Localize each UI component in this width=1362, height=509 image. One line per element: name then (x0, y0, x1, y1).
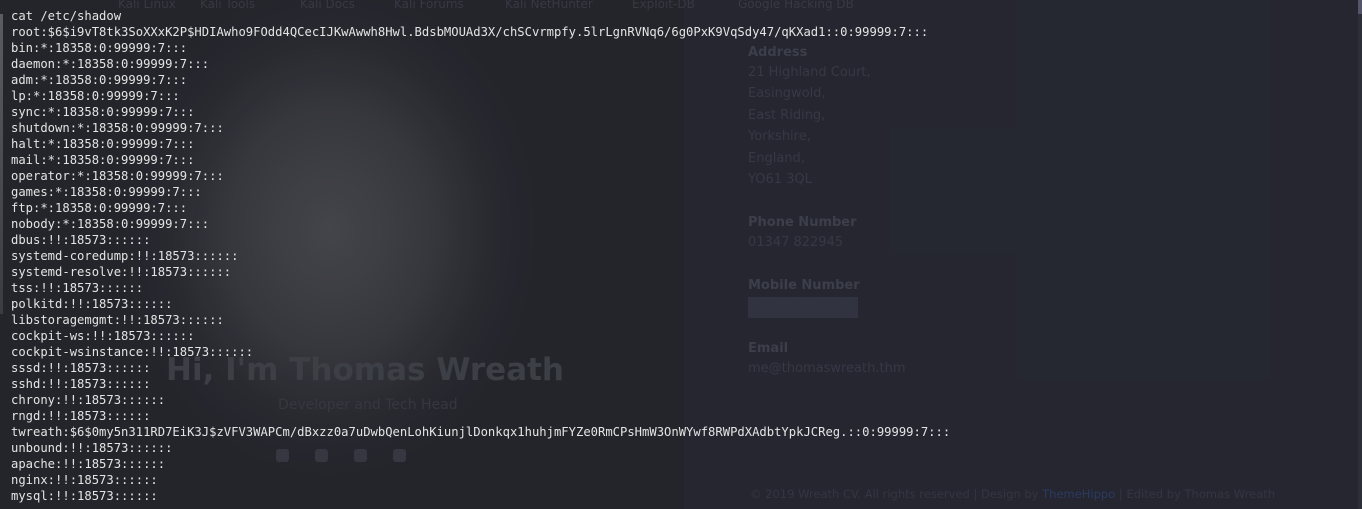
shadow-entry-line: chrony:!!:18573:::::: (11, 393, 166, 407)
shadow-entry-line: polkitd:!!:18573:::::: (11, 297, 173, 311)
shadow-entry-line: shutdown:*:18358:0:99999:7::: (11, 121, 224, 135)
shadow-entry-line: dbus:!!:18573:::::: (11, 233, 151, 247)
shadow-entry-line: lp:*:18358:0:99999:7::: (11, 89, 180, 103)
shadow-entry-line: unbound:!!:18573:::::: (11, 441, 173, 455)
shadow-entry-line: operator:*:18358:0:99999:7::: (11, 169, 224, 183)
shadow-entry-line: mysql:!!:18573:::::: (11, 489, 158, 503)
shadow-entry-line: sshd:!!:18573:::::: (11, 377, 151, 391)
shadow-entry-line: daemon:*:18358:0:99999:7::: (11, 57, 210, 71)
terminal-command-line: cat /etc/shadow (11, 9, 122, 23)
terminal-scrollbar[interactable] (1358, 0, 1362, 509)
hero-photo-edge (0, 14, 3, 314)
shadow-entry-line: games:*:18358:0:99999:7::: (11, 185, 202, 199)
shadow-entry-line: nobody:*:18358:0:99999:7::: (11, 217, 210, 231)
shadow-entry-line: twreath:$6$0my5n311RD7EiK3J$zVFV3WAPCm/d… (11, 425, 951, 439)
shadow-entry-line: halt:*:18358:0:99999:7::: (11, 137, 195, 151)
terminal-window[interactable]: cat /etc/shadow root:$6$i9vT8tk3SoXXxK2P$… (0, 0, 1362, 509)
terminal-output[interactable]: cat /etc/shadow root:$6$i9vT8tk3SoXXxK2P$… (11, 8, 950, 504)
shadow-entry-line: sync:*:18358:0:99999:7::: (11, 105, 195, 119)
shadow-entry-line: ftp:*:18358:0:99999:7::: (11, 201, 188, 215)
shadow-entry-line: apache:!!:18573:::::: (11, 457, 166, 471)
shadow-entry-line: bin:*:18358:0:99999:7::: (11, 41, 188, 55)
shadow-entry-line: nginx:!!:18573:::::: (11, 473, 158, 487)
shadow-entry-line: systemd-resolve:!!:18573:::::: (11, 265, 232, 279)
shadow-entry-line: systemd-coredump:!!:18573:::::: (11, 249, 239, 263)
shadow-entry-line: libstoragemgmt:!!:18573:::::: (11, 313, 224, 327)
shadow-entry-line: root:$6$i9vT8tk3SoXXxK2P$HDIAwho9FOdd4QC… (11, 25, 929, 39)
shadow-entry-line: rngd:!!:18573:::::: (11, 409, 151, 423)
shadow-entry-line: tss:!!:18573:::::: (11, 281, 144, 295)
shadow-entry-line: cockpit-wsinstance:!!:18573:::::: (11, 345, 254, 359)
shadow-entry-line: sssd:!!:18573:::::: (11, 361, 151, 375)
terminal-scrollbar-thumb[interactable] (1358, 0, 1362, 14)
shadow-entry-line: cockpit-ws:!!:18573:::::: (11, 329, 195, 343)
shadow-entry-line: mail:*:18358:0:99999:7::: (11, 153, 195, 167)
shadow-entry-line: adm:*:18358:0:99999:7::: (11, 73, 188, 87)
